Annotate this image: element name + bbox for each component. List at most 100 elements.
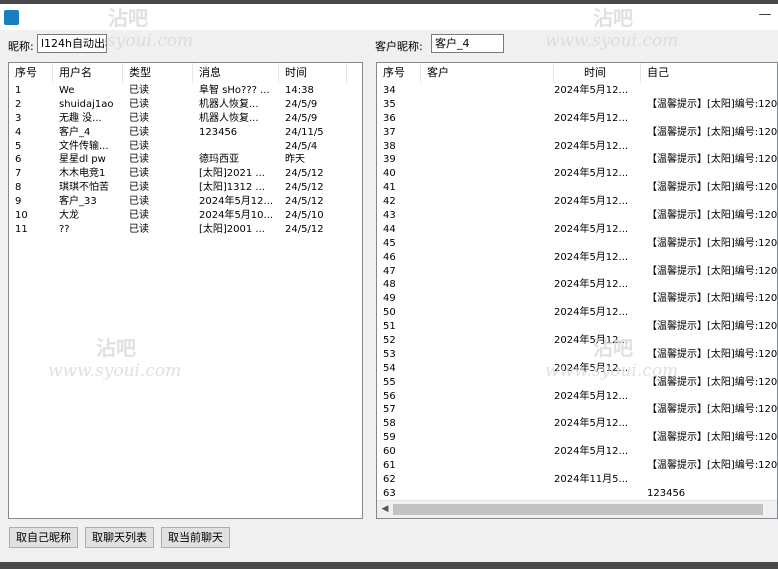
cell-time: [554, 209, 641, 223]
table-row[interactable]: 42 2024年5月12...: [377, 195, 777, 209]
cell-index: 35: [383, 98, 396, 110]
table-row[interactable]: 38 2024年5月12...: [377, 140, 777, 154]
column-header-index[interactable]: 序号: [377, 63, 421, 83]
conversation-table[interactable]: 序号 客户 时间 自己 34 2024年5月12... 35 【温馨提示】[太阳]编号…: [376, 62, 778, 519]
cell-message: [193, 140, 279, 154]
table-row[interactable]: 46 2024年5月12...: [377, 251, 777, 265]
cell-time: 24/5/12: [285, 168, 324, 180]
table-row[interactable]: 43 【温馨提示】[太阳]编号:120: [377, 209, 777, 223]
cell-self: 【温馨提示】[太阳]编号:120: [647, 154, 778, 166]
table-row[interactable]: 58 2024年5月12...: [377, 417, 777, 431]
table-row[interactable]: 56 2024年5月12...: [377, 390, 777, 404]
table-row[interactable]: 2 shuidaj1ao 已读 机器人恢复... 24/5/9: [9, 98, 347, 112]
table-row[interactable]: 57 【温馨提示】[太阳]编号:120: [377, 403, 777, 417]
cell-index: 57: [383, 404, 396, 416]
cell-customer: [421, 445, 554, 459]
table-row[interactable]: 61 【温馨提示】[太阳]编号:120: [377, 459, 777, 473]
column-header-username[interactable]: 用户名: [53, 63, 123, 83]
watermark: 沾吧 www.syoui.com: [545, 336, 679, 381]
customer-nickname-field[interactable]: 客户_4: [431, 34, 504, 53]
cell-customer: [421, 84, 554, 98]
app-icon: [4, 10, 19, 25]
table-row[interactable]: 48 2024年5月12...: [377, 278, 777, 292]
cell-customer: [421, 487, 554, 501]
cell-index: 38: [383, 140, 396, 152]
table-row[interactable]: 62 2024年11月5...: [377, 473, 777, 487]
cell-self: 【温馨提示】[太阳]编号:120: [647, 182, 778, 194]
table-row[interactable]: 45 【温馨提示】[太阳]编号:120: [377, 237, 777, 251]
table-row[interactable]: 5 文件传输... 已读 24/5/4: [9, 140, 347, 154]
cell-index: 42: [383, 196, 396, 208]
scroll-left-icon[interactable]: ◀: [379, 503, 391, 515]
table-row[interactable]: 50 2024年5月12...: [377, 306, 777, 320]
column-header-index[interactable]: 序号: [9, 63, 53, 83]
cell-customer: [421, 278, 554, 292]
column-header-time[interactable]: 时间: [554, 63, 641, 83]
cell-username: shuidaj1ao: [59, 98, 114, 110]
table-row[interactable]: 34 2024年5月12...: [377, 84, 777, 98]
cell-time: 2024年5月12...: [554, 140, 629, 152]
cell-message: 2024年5月10...: [199, 210, 274, 222]
table-row[interactable]: 37 【温馨提示】[太阳]编号:120: [377, 126, 777, 140]
table-row[interactable]: 47 【温馨提示】[太阳]编号:120: [377, 265, 777, 279]
column-header-customer[interactable]: 客户: [421, 63, 554, 83]
column-header-type[interactable]: 类型: [123, 63, 193, 83]
table-row[interactable]: 4 客户_4 已读 123456 24/11/5: [9, 126, 347, 140]
chat-list-table[interactable]: 序号 用户名 类型 消息 时间 1 We 已读 阜智 sHo??? ... 14:38 2…: [8, 62, 363, 519]
table-row[interactable]: 63 123456: [377, 487, 777, 501]
table-row[interactable]: 9 客户_33 已读 2024年5月12... 24/5/12: [9, 195, 347, 209]
cell-time: [554, 98, 641, 112]
cell-time: 2024年5月12...: [554, 390, 629, 402]
cell-index: 59: [383, 432, 396, 444]
cell-index: 45: [383, 237, 396, 249]
get-chat-list-button[interactable]: 取聊天列表: [85, 527, 154, 548]
table-row[interactable]: 41 【温馨提示】[太阳]编号:120: [377, 181, 778, 195]
customer-nickname-label: 客户昵称:: [375, 40, 423, 53]
cell-type: 已读: [129, 182, 149, 194]
get-self-nickname-button[interactable]: 取自己昵称: [9, 527, 78, 548]
cell-customer: [421, 167, 554, 181]
cell-index: 1: [15, 85, 22, 96]
table-row[interactable]: 3 无趣 没... 已读 机器人恢复... 24/5/9: [9, 112, 347, 126]
cell-time: [554, 265, 641, 279]
cell-customer: [421, 223, 554, 237]
table-row[interactable]: 49 【温馨提示】[太阳]编号:120: [377, 292, 777, 306]
cell-index: 2: [15, 98, 22, 110]
cell-message: 2024年5月12...: [199, 196, 274, 208]
cell-time: [554, 459, 641, 473]
table-row[interactable]: 8 琪琪不怕苦 已读 [太阳]1312 ... 24/5/12: [9, 181, 347, 195]
get-current-chat-button[interactable]: 取当前聊天: [161, 527, 230, 548]
table-row[interactable]: 59 【温馨提示】[太阳]编号:120: [377, 431, 777, 445]
cell-customer: [421, 209, 554, 223]
cell-username: 大龙: [59, 210, 79, 222]
chat-list-rows: 1 We 已读 阜智 sHo??? ... 14:38 2 shuidaj1ao 已读 机器人恢…: [9, 84, 347, 237]
minimize-button[interactable]: —: [755, 8, 775, 26]
table-row[interactable]: 1 We 已读 阜智 sHo??? ... 14:38: [9, 84, 347, 98]
cell-time: 2024年5月12...: [554, 85, 629, 96]
cell-self: [641, 417, 777, 431]
table-row[interactable]: 10 大龙 已读 2024年5月10... 24/5/10: [9, 209, 347, 223]
horizontal-scrollbar[interactable]: ◀: [377, 500, 777, 518]
cell-self: [641, 223, 777, 237]
table-row[interactable]: 44 2024年5月12...: [377, 223, 777, 237]
cell-customer: [421, 473, 554, 487]
cell-index: 6: [15, 154, 22, 166]
column-header-time[interactable]: 时间: [279, 63, 347, 83]
cell-time: [554, 487, 641, 501]
cell-time: [554, 126, 641, 140]
table-row[interactable]: 11?? 已读 [太阳]2001 ... 24/5/12: [9, 223, 347, 237]
table-row[interactable]: 7 木木电竞1 已读 [太阳]2021 ... 24/5/12: [9, 167, 347, 181]
column-header-self[interactable]: 自己: [641, 63, 777, 83]
cell-customer: [421, 140, 554, 154]
scrollbar-thumb[interactable]: [393, 504, 763, 515]
column-header-message[interactable]: 消息: [193, 63, 279, 83]
table-row[interactable]: 40 2024年5月12...: [377, 167, 777, 181]
cell-message: 机器人恢复...: [199, 98, 259, 110]
table-row[interactable]: 39 【温馨提示】[太阳]编号:120: [377, 153, 778, 167]
table-row[interactable]: 6 星星dl pw 已读 德玛西亚 昨天: [9, 153, 347, 167]
table-row[interactable]: 35 【温馨提示】[太阳]编号:120: [377, 98, 777, 112]
table-row[interactable]: 36 2024年5月12...: [377, 112, 777, 126]
nickname-field[interactable]: l124h自动出租: [37, 34, 107, 53]
table-row[interactable]: 60 2024年5月12...: [377, 445, 777, 459]
cell-type: 已读: [129, 168, 149, 180]
